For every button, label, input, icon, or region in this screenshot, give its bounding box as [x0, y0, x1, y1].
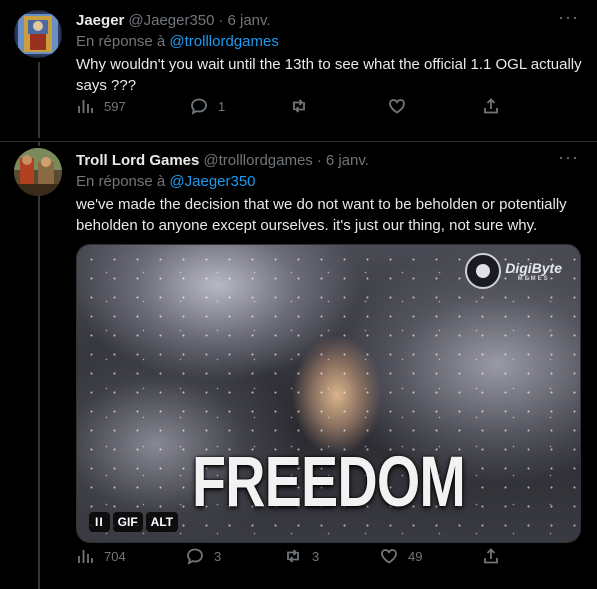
views-icon [78, 550, 93, 563]
share-icon [484, 98, 498, 114]
thread-line [38, 62, 40, 138]
tweet-jaeger[interactable]: Jaeger @Jaeger350 · 6 janv. ··· En répon… [0, 0, 597, 142]
gif-media[interactable]: DigiByte MEMES FREEDOM II GIF ALT [76, 244, 581, 543]
share-button[interactable] [482, 97, 500, 115]
avatar[interactable] [14, 10, 62, 58]
author-name[interactable]: Jaeger [76, 12, 124, 29]
reply-prefix: En réponse à [76, 173, 166, 190]
more-options-icon[interactable]: ··· [558, 148, 579, 166]
separator: · [316, 151, 322, 169]
tweet-content: Jaeger @Jaeger350 · 6 janv. ··· En répon… [76, 8, 585, 96]
tweet-header: Jaeger @Jaeger350 · 6 janv. [76, 10, 585, 30]
gif-badge: GIF [112, 512, 143, 532]
share-button[interactable] [482, 547, 500, 565]
reply-mention-link[interactable]: @Jaeger350 [169, 173, 255, 190]
share-icon [484, 548, 498, 564]
pause-button[interactable]: II [89, 512, 110, 532]
reply-button[interactable]: 1 [190, 97, 225, 115]
views-button[interactable]: 704 [76, 547, 126, 565]
tweet-date[interactable]: 6 janv. [228, 12, 271, 29]
reply-to: En réponse à @trolllordgames [76, 32, 585, 52]
watermark-text: DigiByte MEMES [505, 260, 562, 282]
avatar[interactable] [14, 148, 62, 196]
views-button[interactable]: 597 [76, 97, 126, 115]
tweet-trolllord[interactable]: Troll Lord Games @trolllordgames · 6 jan… [0, 142, 597, 589]
alt-badge[interactable]: ALT [145, 512, 179, 532]
like-icon [381, 549, 397, 564]
retweet-button[interactable] [290, 97, 318, 115]
media-badges: II GIF ALT [89, 512, 179, 532]
tweet-header: Troll Lord Games @trolllordgames · 6 jan… [76, 150, 585, 170]
reply-count: 3 [214, 548, 222, 564]
views-count: 704 [104, 548, 126, 564]
reply-count: 1 [218, 98, 226, 114]
thread-line [38, 142, 40, 146]
separator: · [218, 11, 224, 29]
tweet-content: Troll Lord Games @trolllordgames · 6 jan… [76, 148, 585, 236]
reply-to: En réponse à @Jaeger350 [76, 172, 585, 192]
views-icon [78, 100, 93, 113]
tweet-date[interactable]: 6 janv. [326, 152, 369, 169]
thread-line [38, 196, 40, 589]
author-handle[interactable]: @trolllordgames [203, 152, 312, 169]
reply-prefix: En réponse à [76, 33, 166, 50]
watermark-line1: DigiByte [505, 260, 562, 276]
like-icon [389, 99, 405, 114]
author-handle[interactable]: @Jaeger350 [128, 12, 214, 29]
retweet-icon [293, 99, 305, 113]
digibyte-logo-icon [465, 253, 502, 289]
gif-caption: FREEDOM [191, 442, 466, 522]
tweet-text: Why wouldn't you wait until the 13th to … [76, 56, 582, 94]
reply-icon [187, 548, 203, 565]
reply-icon [191, 98, 207, 115]
tweet-text: we've made the decision that we do not w… [76, 196, 567, 234]
like-button[interactable]: 49 [380, 547, 422, 565]
watermark-line2: MEMES [517, 276, 550, 282]
author-name[interactable]: Troll Lord Games [76, 152, 199, 169]
retweet-count: 3 [312, 548, 320, 564]
watermark-logo: DigiByte MEMES [465, 253, 562, 289]
retweet-button[interactable]: 3 [284, 547, 319, 565]
reply-mention-link[interactable]: @trolllordgames [169, 33, 278, 50]
views-count: 597 [104, 98, 126, 114]
like-count: 49 [408, 548, 423, 564]
reply-button[interactable]: 3 [186, 547, 221, 565]
retweet-icon [287, 549, 299, 563]
more-options-icon[interactable]: ··· [558, 8, 579, 26]
like-button[interactable] [388, 97, 416, 115]
